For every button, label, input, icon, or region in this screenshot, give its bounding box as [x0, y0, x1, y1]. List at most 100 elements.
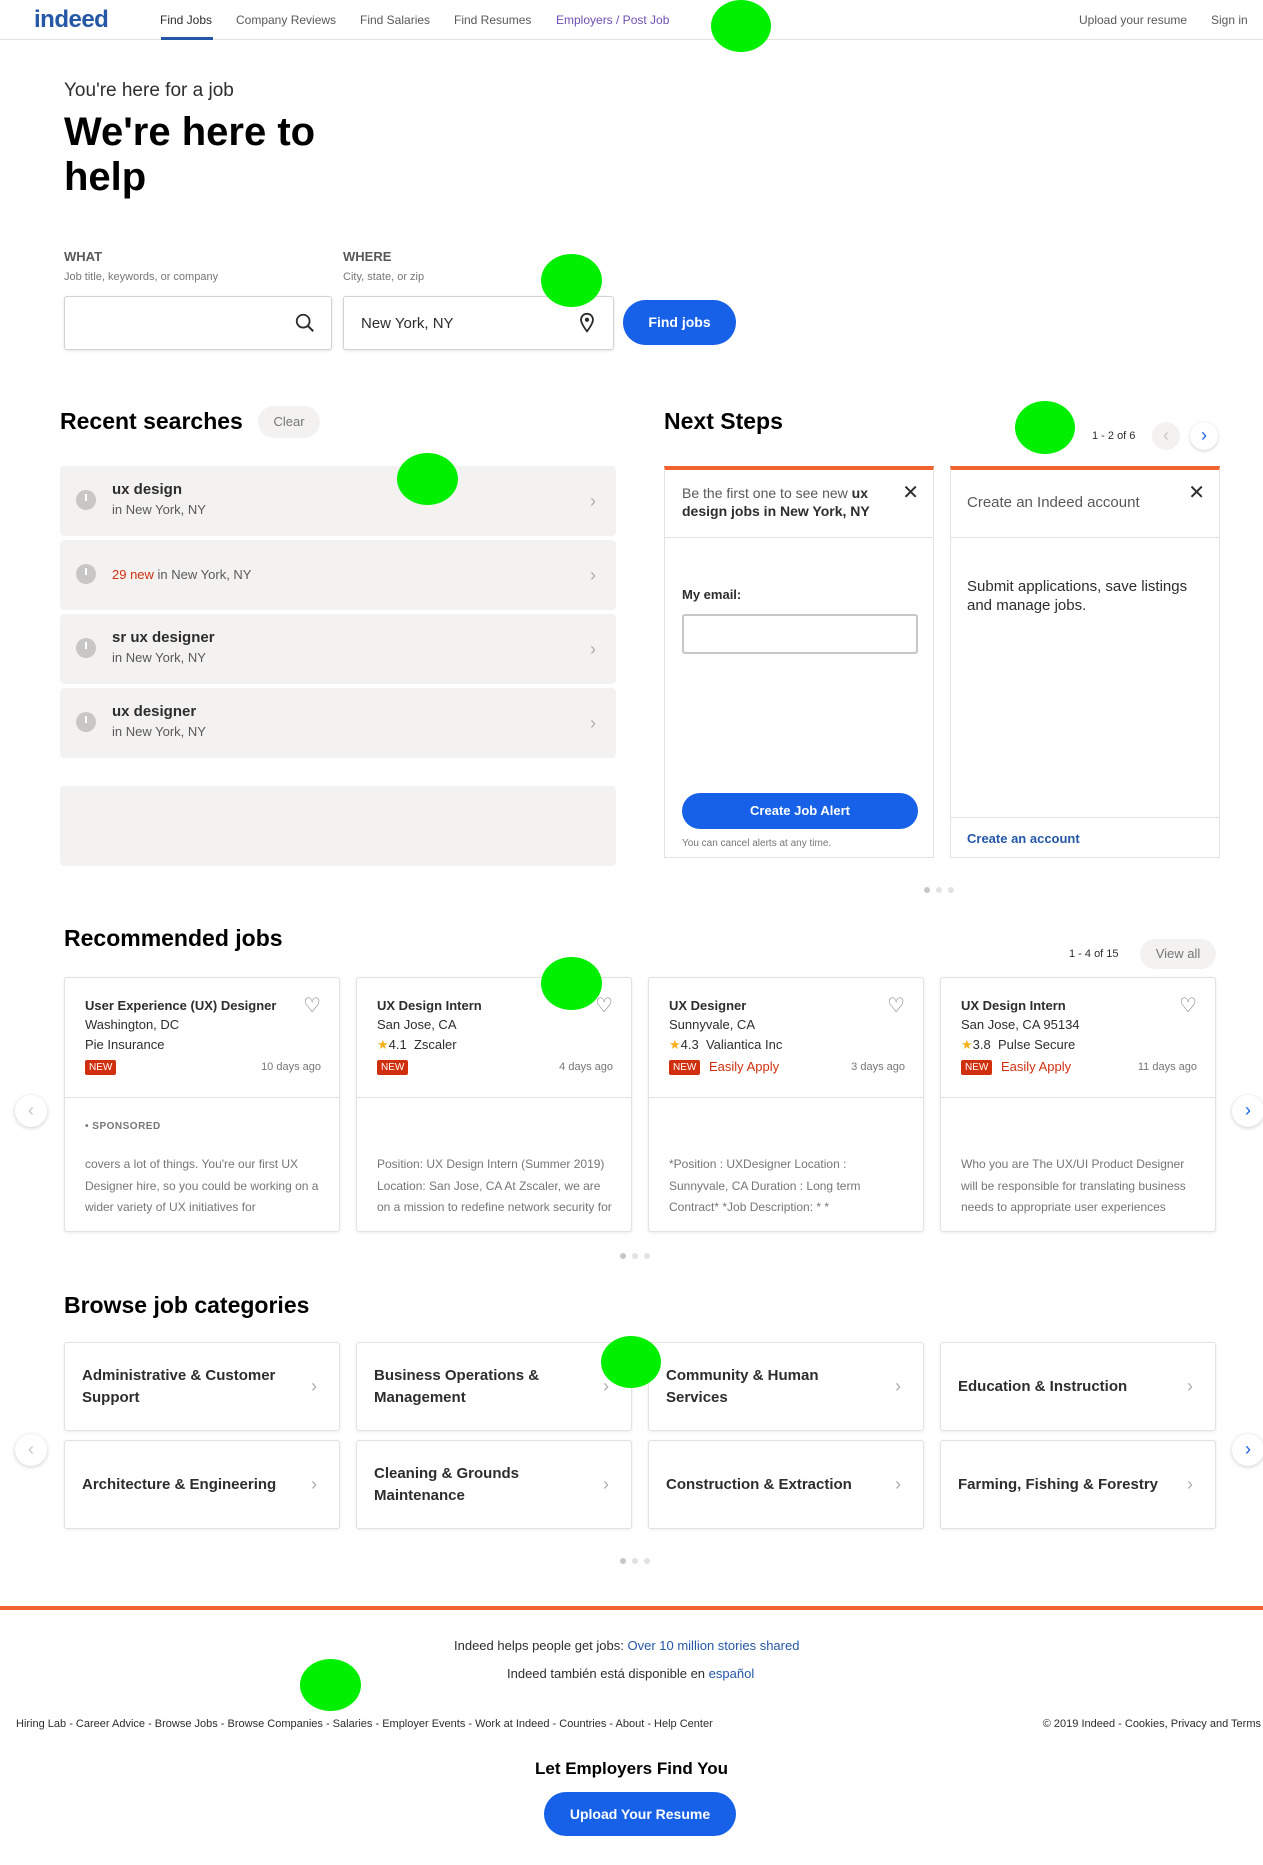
- next-arrow-icon[interactable]: ›: [1232, 1434, 1263, 1466]
- stories-link[interactable]: Over 10 million stories shared: [627, 1638, 799, 1653]
- easily-apply-label: Easily Apply: [1001, 1059, 1072, 1074]
- prev-arrow-icon[interactable]: ‹: [15, 1434, 47, 1466]
- category-label: Community & Human Services: [666, 1366, 819, 1406]
- spanish-link[interactable]: español: [709, 1666, 755, 1681]
- job-card[interactable]: UX Design Intern ♡ San Jose, CA ★4.1 Zsc…: [356, 977, 632, 1232]
- job-snippet: *Position : UXDesigner Location : Sunnyv…: [669, 1157, 861, 1214]
- nav-upload-resume[interactable]: Upload your resume: [1079, 13, 1187, 27]
- heart-icon[interactable]: ♡: [1179, 993, 1197, 1018]
- category-label: Education & Instruction: [958, 1377, 1128, 1395]
- category-label: Construction & Extraction: [666, 1475, 852, 1493]
- prev-arrow-icon[interactable]: ‹: [15, 1095, 47, 1127]
- nav-sign-in[interactable]: Sign in: [1211, 13, 1248, 27]
- close-icon[interactable]: ✕: [902, 480, 919, 505]
- create-account-link[interactable]: Create an account: [967, 831, 1080, 846]
- create-account-header-text: Create an Indeed account: [967, 494, 1140, 511]
- create-account-body: Submit applications, save listings and m…: [967, 578, 1188, 614]
- job-card[interactable]: UX Design Intern ♡ San Jose, CA 95134 ★3…: [940, 977, 1216, 1232]
- job-company: Zscaler: [413, 1037, 457, 1052]
- recent-search-item[interactable]: ux designer in New York, NY ›: [60, 688, 616, 758]
- heart-icon[interactable]: ♡: [303, 993, 321, 1018]
- create-job-alert-button[interactable]: Create Job Alert: [682, 793, 918, 829]
- job-card[interactable]: UX Designer ♡ Sunnyvale, CA ★4.3 Valiant…: [648, 977, 924, 1232]
- carousel-dot[interactable]: [936, 887, 942, 893]
- job-company-line: ★4.1 Zscaler: [377, 1037, 457, 1053]
- prev-arrow-icon[interactable]: ‹: [1152, 422, 1180, 450]
- chevron-right-icon: ›: [895, 1376, 901, 1396]
- category-card[interactable]: Community & Human Services ›: [648, 1342, 924, 1431]
- heart-icon[interactable]: ♡: [887, 993, 905, 1018]
- email-input[interactable]: [682, 614, 918, 654]
- chevron-right-icon: ›: [603, 1474, 609, 1494]
- star-icon: ★: [669, 1037, 681, 1052]
- carousel-dot[interactable]: [948, 887, 954, 893]
- job-company: Pie Insurance: [85, 1037, 165, 1052]
- easily-apply-label: Easily Apply: [709, 1059, 780, 1074]
- carousel-dot[interactable]: [632, 1253, 638, 1259]
- carousel-dot[interactable]: [620, 1253, 626, 1259]
- category-card[interactable]: Education & Instruction ›: [940, 1342, 1216, 1431]
- find-jobs-button[interactable]: Find jobs: [623, 300, 736, 345]
- marker-dot: [300, 1659, 361, 1711]
- recent-search-item[interactable]: ux design in New York, NY ›: [60, 466, 616, 536]
- marker-dot: [397, 453, 458, 505]
- view-all-button[interactable]: View all: [1140, 939, 1216, 969]
- category-card[interactable]: Business Operations & Management ›: [356, 1342, 632, 1431]
- nav-find-jobs[interactable]: Find Jobs: [160, 13, 212, 27]
- category-label: Business Operations & Management: [374, 1366, 540, 1406]
- recent-search-item[interactable]: sr ux designer in New York, NY ›: [60, 614, 616, 684]
- location-pin-icon: [580, 312, 594, 333]
- category-card[interactable]: Farming, Fishing & Forestry ›: [940, 1440, 1216, 1529]
- recommended-pagination: 1 - 4 of 15: [1069, 948, 1119, 960]
- recent-search-location: in New York, NY: [112, 724, 206, 739]
- carousel-dot[interactable]: [924, 887, 930, 893]
- marker-dot: [711, 0, 771, 52]
- chevron-right-icon: ›: [590, 565, 596, 585]
- job-company: Pulse Secure: [997, 1037, 1076, 1052]
- upload-resume-button[interactable]: Upload Your Resume: [544, 1792, 736, 1836]
- carousel-dot[interactable]: [644, 1253, 650, 1259]
- category-label: Cleaning & Grounds Maintenance: [374, 1464, 520, 1504]
- recent-search-new: 29 new in New York, NY: [112, 567, 251, 582]
- next-steps-pagination: 1 - 2 of 6: [1092, 430, 1136, 442]
- cta-title: Let Employers Find You: [534, 1759, 728, 1778]
- active-tab-indicator: [161, 37, 213, 40]
- category-card[interactable]: Cleaning & Grounds Maintenance ›: [356, 1440, 632, 1529]
- carousel-dot[interactable]: [632, 1558, 638, 1564]
- job-alert-header-text: Be the first one to see new ux design jo…: [682, 484, 892, 520]
- footer-divider: [0, 1606, 1263, 1610]
- what-input[interactable]: [64, 296, 332, 350]
- nav-employers-post-job[interactable]: Employers / Post Job: [556, 13, 669, 27]
- footer-links[interactable]: Hiring Lab - Career Advice - Browse Jobs…: [16, 1718, 713, 1730]
- category-card[interactable]: Architecture & Engineering ›: [64, 1440, 340, 1529]
- category-card[interactable]: Administrative & Customer Support ›: [64, 1342, 340, 1431]
- next-arrow-icon[interactable]: ›: [1232, 1095, 1263, 1127]
- chevron-right-icon: ›: [1187, 1474, 1193, 1494]
- job-location: Sunnyvale, CA: [669, 1017, 755, 1032]
- nav-find-salaries[interactable]: Find Salaries: [360, 13, 430, 27]
- job-title[interactable]: UX Designer: [669, 998, 746, 1013]
- nav-find-resumes[interactable]: Find Resumes: [454, 13, 531, 27]
- footer-copyright[interactable]: © 2019 Indeed - Cookies, Privacy and Ter…: [1043, 1718, 1261, 1730]
- category-card[interactable]: Construction & Extraction ›: [648, 1440, 924, 1529]
- divider: [951, 817, 1219, 818]
- job-title[interactable]: UX Design Intern: [961, 998, 1066, 1013]
- job-location: Washington, DC: [85, 1017, 180, 1032]
- create-account-card: Create an Indeed account ✕ Submit applic…: [950, 466, 1220, 858]
- marker-dot: [601, 1336, 661, 1388]
- close-icon[interactable]: ✕: [1188, 480, 1205, 505]
- job-card[interactable]: User Experience (UX) Designer ♡ Washingt…: [64, 977, 340, 1232]
- new-badge: NEW: [961, 1060, 993, 1075]
- chevron-right-icon: ›: [311, 1376, 317, 1396]
- new-count: 29 new: [112, 567, 154, 582]
- nav-company-reviews[interactable]: Company Reviews: [236, 13, 336, 27]
- job-company-line: ★3.8 Pulse Secure: [961, 1037, 1075, 1053]
- job-title[interactable]: UX Design Intern: [377, 998, 482, 1013]
- clear-button[interactable]: Clear: [258, 406, 320, 438]
- recent-search-item[interactable]: 29 new in New York, NY ›: [60, 540, 616, 610]
- carousel-dot[interactable]: [620, 1558, 626, 1564]
- next-arrow-icon[interactable]: ›: [1190, 422, 1218, 450]
- job-title[interactable]: User Experience (UX) Designer: [85, 998, 276, 1013]
- carousel-dot[interactable]: [644, 1558, 650, 1564]
- indeed-logo[interactable]: indeed: [34, 6, 109, 34]
